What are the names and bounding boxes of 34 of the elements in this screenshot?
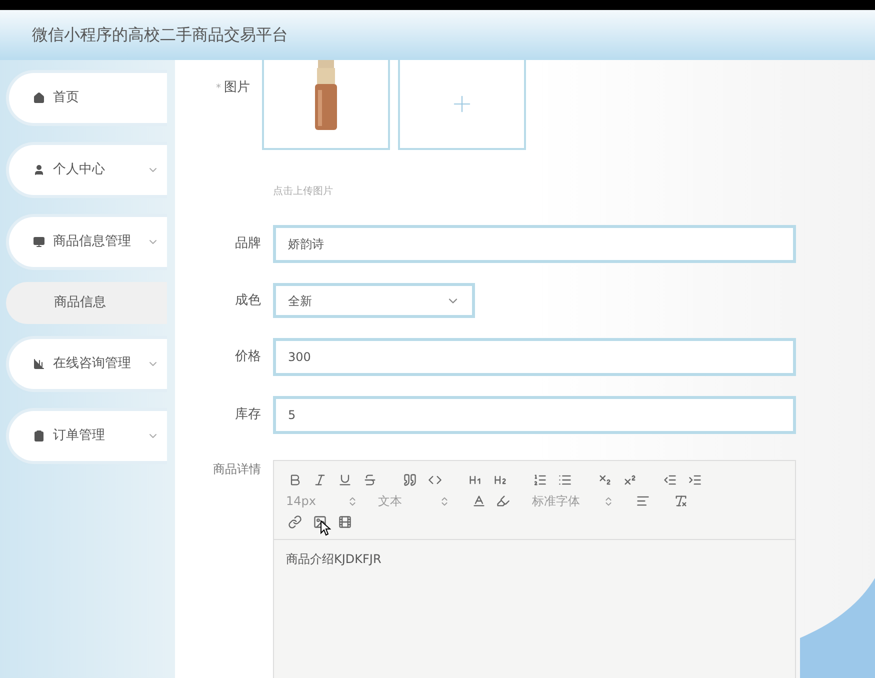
upload-hint: 点击上传图片 [273, 184, 334, 199]
updown-arrows-icon [603, 496, 614, 506]
menu-item[interactable]: 首页 [6, 70, 167, 126]
link-icon[interactable] [286, 513, 304, 531]
quote-icon[interactable] [401, 471, 419, 489]
updown-arrows-icon [439, 496, 450, 506]
input-field[interactable]: 娇韵诗 [273, 225, 796, 263]
submenu-item[interactable]: 商品信息 [6, 282, 167, 324]
field-label: 成色 [234, 292, 262, 310]
bar-chart-icon [33, 358, 45, 370]
app-title: 微信小程序的高校二手商品交易平台 [32, 24, 288, 46]
home-icon [33, 92, 45, 104]
image-thumbnail[interactable] [262, 60, 390, 150]
monitor-icon [33, 236, 45, 248]
field-label: 商品详情 [212, 461, 262, 478]
input-field[interactable]: 300 [273, 338, 796, 376]
menu-item[interactable]: 商品信息管理 [6, 214, 167, 270]
field-label: 品牌 [234, 235, 262, 254]
updown-arrows-icon [347, 496, 358, 506]
menu-item[interactable]: 订单管理 [6, 408, 167, 464]
video-icon[interactable] [336, 513, 354, 531]
input-field[interactable]: 5 [273, 396, 796, 434]
rich-text-editor[interactable]: 14px 文本 标准字体 商品介绍KJDKFJR [273, 460, 796, 678]
menu-item[interactable]: 在线咨询管理 [6, 336, 167, 392]
menu-item[interactable]: 个人中心 [6, 142, 167, 198]
user-icon [33, 164, 45, 176]
required-mark: * [216, 83, 221, 94]
editor-content: 商品介绍KJDKFJR [285, 551, 382, 568]
mouse-cursor-icon [320, 520, 331, 536]
select-field[interactable]: 全新 [273, 283, 475, 318]
field-label: 库存 [234, 406, 262, 424]
field-label: * 图片 [215, 79, 251, 97]
field-label: 价格 [234, 348, 262, 366]
clipboard-icon [33, 430, 45, 442]
